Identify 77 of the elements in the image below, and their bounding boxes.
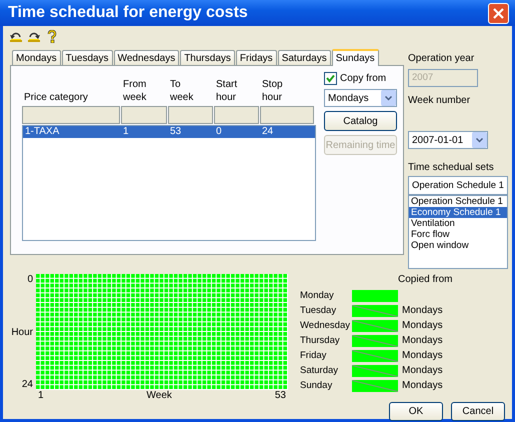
day-bar (352, 380, 398, 392)
filter-field[interactable] (121, 106, 167, 124)
table-cell-text: 1 (122, 126, 130, 138)
filter-field[interactable] (22, 106, 120, 124)
day-label: Monday (300, 290, 335, 301)
table-row[interactable]: 1-TAXA 1 53 0 24 (23, 126, 315, 138)
copied-from-label: Mondays (402, 305, 443, 316)
filter-field[interactable] (168, 106, 213, 124)
axis-label: 53 (274, 390, 286, 403)
day-bar (352, 290, 398, 302)
copied-from-label: Mondays (402, 350, 443, 361)
field-label: Operation year (408, 53, 476, 66)
button[interactable]: Cancel (451, 402, 505, 421)
dropdown-value: Mondays (328, 92, 369, 104)
tab[interactable]: Mondays (12, 50, 61, 65)
table-cell-text: 0 (215, 126, 223, 138)
list-item[interactable]: Open window (409, 240, 507, 251)
table-cell-text: 53 (169, 126, 182, 138)
help-icon[interactable] (45, 30, 59, 43)
table-cell-text: 24 (261, 126, 274, 138)
undo-icon[interactable] (9, 30, 23, 43)
input-field[interactable]: Operation Schedule 1 (408, 176, 508, 195)
axis-label: 1 (38, 390, 44, 403)
list-item[interactable]: Forc flow (409, 229, 507, 240)
copied-from-label: Mondays (402, 335, 443, 346)
dropdown-value: 2007-01-01 (412, 134, 464, 146)
chevron-icon (476, 138, 483, 142)
column-header: Copied from (397, 274, 454, 287)
list-item[interactable]: Economy Schedule 1 (409, 207, 507, 218)
redo-icon[interactable] (27, 30, 41, 43)
copied-from-label: Mondays (402, 320, 443, 331)
column-header: Stop hour (261, 78, 284, 104)
check-icon (326, 74, 335, 83)
button[interactable]: OK (389, 402, 443, 421)
checkbox-label: Copy from (340, 73, 386, 84)
day-label: Tuesday (300, 305, 338, 316)
tab[interactable]: Thursdays (180, 50, 235, 65)
checkbox[interactable] (324, 72, 337, 85)
day-label: Thursday (300, 335, 341, 346)
tab[interactable]: Sundays (332, 49, 379, 66)
window-title: Time schedual for energy costs (8, 4, 248, 22)
copied-from-label: Mondays (402, 380, 443, 391)
axis-title: Hour (11, 326, 33, 338)
dropdown[interactable]: Mondays (324, 89, 397, 107)
day-bar (352, 350, 398, 362)
filter-field[interactable] (214, 106, 259, 124)
field-label: Time schedual sets (408, 162, 495, 175)
day-label: Saturday (300, 365, 340, 376)
field-label: Week number (408, 95, 472, 108)
day-bar (352, 320, 398, 332)
filter-field[interactable] (260, 106, 314, 124)
day-bar (352, 304, 398, 316)
chevron-icon (385, 96, 392, 100)
column-header: To week (169, 78, 194, 104)
list-item[interactable]: Ventilation (409, 218, 507, 229)
close-icon (493, 8, 504, 18)
day-label: Wednesday (300, 320, 351, 331)
column-header: Start hour (215, 78, 238, 104)
tab[interactable]: Tuesdays (62, 50, 113, 65)
dropdown[interactable]: 2007-01-01 (408, 131, 488, 149)
button[interactable]: Catalog (324, 111, 397, 131)
column-header: From week (122, 78, 148, 104)
table-cell-text: 1-TAXA (24, 126, 60, 138)
tab[interactable]: Fridays (236, 50, 277, 65)
tab[interactable]: Saturdays (278, 50, 331, 65)
list-item[interactable]: Operation Schedule 1 (409, 196, 507, 207)
axis-label: 0 (27, 274, 33, 285)
axis-title: Week (146, 390, 172, 403)
day-label: Sunday (300, 380, 334, 391)
day-label: Friday (300, 350, 328, 361)
day-bar (352, 364, 398, 376)
axis-label: 24 (22, 379, 33, 390)
column-header: Price category (23, 91, 89, 104)
tab[interactable]: Wednesdays (114, 50, 180, 65)
day-bar (352, 334, 398, 346)
close-button[interactable] (488, 2, 509, 24)
copied-from-label: Mondays (402, 365, 443, 376)
